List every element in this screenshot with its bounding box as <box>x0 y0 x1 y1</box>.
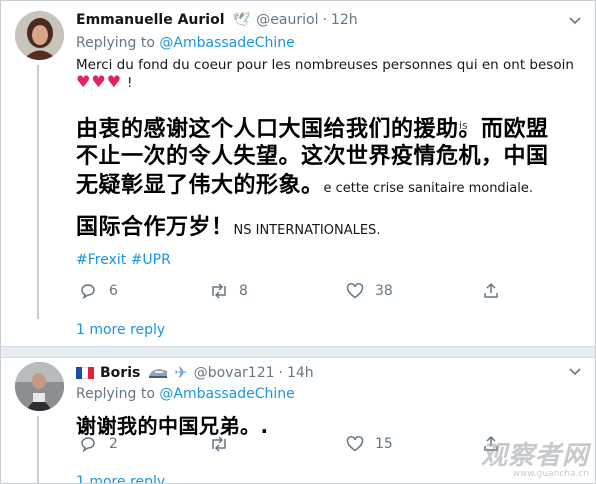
timestamp[interactable]: 14h <box>287 365 314 381</box>
fr-fragment: NS INTERNATIONALES. <box>233 223 381 238</box>
separator: · <box>278 364 283 381</box>
user-handle[interactable]: @eauriol <box>256 12 318 28</box>
reply-icon <box>81 437 95 453</box>
france-flag-icon <box>76 366 94 379</box>
avatar-photo-icon <box>15 11 64 60</box>
replying-to-handle[interactable]: @AmbassadeChine <box>159 386 294 402</box>
user-handle[interactable]: @bovar121 <box>194 365 275 381</box>
share-button[interactable] <box>482 435 500 453</box>
replying-to-handle[interactable]: @AmbassadeChine <box>159 35 294 51</box>
dove-emoji-icon: 🕊 <box>232 12 251 28</box>
chevron-down-icon[interactable] <box>568 14 582 28</box>
heart-icon <box>346 283 364 299</box>
retweet-button[interactable] <box>209 435 229 453</box>
reply-button[interactable]: 2 <box>79 435 118 453</box>
thread-line <box>37 416 39 483</box>
hashtag-upr[interactable]: #UPR <box>131 252 171 268</box>
display-name[interactable]: Boris <box>100 365 140 381</box>
more-replies-link[interactable]: 1 more reply <box>76 474 165 483</box>
like-count: 38 <box>375 283 393 299</box>
tweet-boris[interactable]: Boris ✈ @bovar121 · 14h Replying to @Amb… <box>1 357 595 483</box>
retweet-icon <box>212 283 226 299</box>
share-button[interactable] <box>482 282 500 300</box>
thread-line <box>37 65 39 319</box>
avatar[interactable] <box>15 362 64 411</box>
tweet-thread: Emmanuelle Auriol 🕊 @eauriol · 12h Reply… <box>0 0 596 484</box>
separator: · <box>322 12 327 28</box>
retweet-button[interactable]: 8 <box>209 282 248 300</box>
display-name[interactable]: Emmanuelle Auriol <box>76 12 225 28</box>
retweet-icon <box>212 436 226 452</box>
heart-icon <box>346 436 364 452</box>
like-button[interactable]: 15 <box>346 435 393 453</box>
tweet-text-cjk-line3: 无疑彰显了伟大的形象。 <box>76 173 324 198</box>
share-icon <box>484 282 498 298</box>
tweet-emmanuelle[interactable]: Emmanuelle Auriol 🕊 @eauriol · 12h Reply… <box>1 1 595 347</box>
fr-fragment: is <box>459 119 468 132</box>
replying-to-label: Replying to <box>76 386 160 402</box>
timestamp[interactable]: 12h <box>331 12 358 28</box>
hearts-emoji: ♥♥♥ <box>76 72 123 91</box>
hearts-suffix: ! <box>127 76 133 91</box>
like-count: 15 <box>375 436 393 452</box>
avatar[interactable] <box>15 11 64 60</box>
fr-fragment: e cette crise sanitaire mondiale. <box>323 181 534 196</box>
reply-count: 6 <box>109 283 118 299</box>
tweet-text-fr: Merci du fond du coeur pour les nombreus… <box>76 57 574 73</box>
airplane-emoji-icon: ✈ <box>174 363 188 382</box>
avatar-photo-icon <box>15 362 64 411</box>
reply-button[interactable]: 6 <box>79 282 118 300</box>
like-button[interactable]: 38 <box>346 282 393 300</box>
replying-to-label: Replying to <box>76 35 160 51</box>
hashtag-frexit[interactable]: #Frexit <box>76 252 126 268</box>
train-emoji-icon <box>149 368 168 378</box>
retweet-count: 8 <box>239 283 248 299</box>
reply-count: 2 <box>109 436 118 452</box>
tweet-text-cjk-line4: 国际合作万岁！ <box>76 215 234 240</box>
tweet-text-cjk-line2: 不止一次的令人失望。这次世界疫情危机，中国 <box>76 144 549 169</box>
share-icon <box>484 435 498 451</box>
chevron-down-icon[interactable] <box>568 365 582 379</box>
reply-icon <box>81 284 95 300</box>
more-replies-link[interactable]: 1 more reply <box>76 322 165 338</box>
